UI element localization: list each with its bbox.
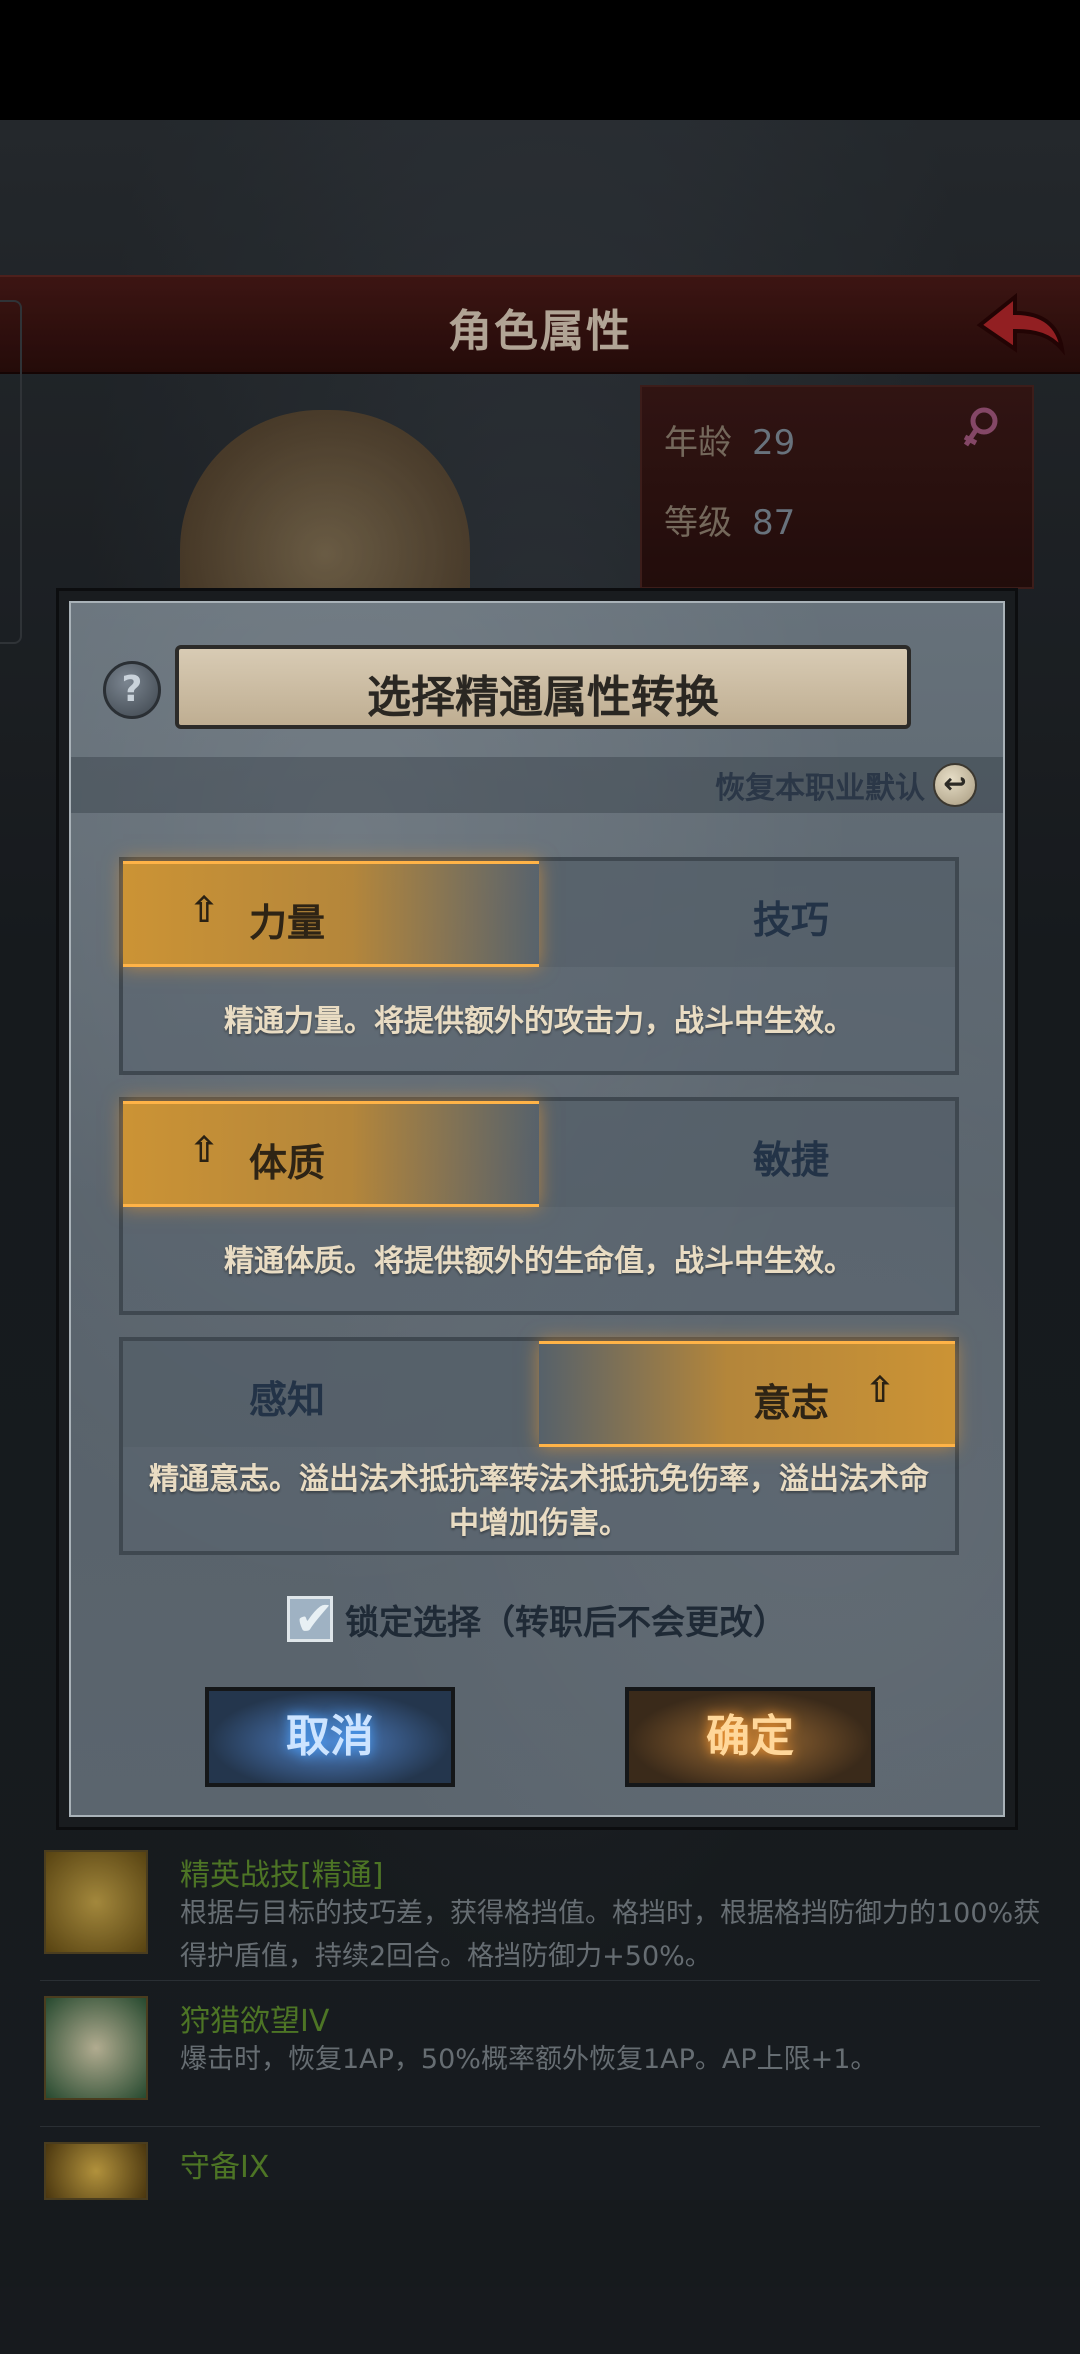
option-agility[interactable]: 敏捷 — [539, 1101, 955, 1207]
up-arrow-icon: ⇧ — [864, 1370, 895, 1411]
lock-label: 锁定选择（转职后不会更改） — [345, 1602, 787, 1643]
attribute-pair-3: 感知 意志 ⇧ 精通意志。溢出法术抵抗率转法术抵抗免伤率，溢出法术命中增加伤害。 — [119, 1337, 959, 1555]
undo-arrow-icon — [933, 763, 977, 807]
attribute-pair-1: ⇧ 力量 技巧 精通力量。将提供额外的攻击力，战斗中生效。 — [119, 857, 959, 1075]
option-label: 体质 — [249, 1141, 326, 1185]
attribute-description: 精通意志。溢出法术抵抗率转法术抵抗免伤率，溢出法术命中增加伤害。 — [149, 1462, 929, 1541]
option-constitution[interactable]: ⇧ 体质 — [123, 1101, 539, 1207]
mastery-dialog: ? 选择精通属性转换 恢复本职业默认 ⇧ 力量 技巧 精通力量。将提供额外的攻击… — [56, 588, 1018, 1830]
option-label: 意志 — [752, 1381, 829, 1425]
option-skill[interactable]: 技巧 — [539, 861, 955, 967]
option-perception[interactable]: 感知 — [123, 1341, 539, 1447]
option-label: 感知 — [249, 1378, 326, 1422]
subhead-band: 恢复本职业默认 — [71, 757, 1003, 813]
up-arrow-icon: ⇧ — [189, 890, 220, 931]
attribute-options: ⇧ 体质 敏捷 — [123, 1101, 955, 1207]
lock-checkbox[interactable] — [287, 1591, 334, 1647]
option-strength[interactable]: ⇧ 力量 — [123, 861, 539, 967]
option-label: 技巧 — [752, 898, 829, 942]
restore-default-label: 恢复本职业默认 — [715, 771, 925, 806]
lock-selection-row: 锁定选择（转职后不会更改） — [71, 1591, 1003, 1647]
up-arrow-icon: ⇧ — [189, 1130, 220, 1171]
restore-default-button[interactable]: 恢复本职业默认 — [715, 757, 977, 813]
option-label: 敏捷 — [752, 1138, 829, 1182]
confirm-button[interactable]: 确定 — [625, 1687, 875, 1787]
attribute-description: 精通力量。将提供额外的攻击力，战斗中生效。 — [224, 1004, 854, 1039]
dialog-title: 选择精通属性转换 — [367, 672, 719, 723]
attribute-options: ⇧ 力量 技巧 — [123, 861, 955, 967]
cancel-button[interactable]: 取消 — [205, 1687, 455, 1787]
option-label: 力量 — [249, 901, 326, 945]
dialog-title-plate: 选择精通属性转换 — [175, 645, 911, 729]
attribute-pair-2: ⇧ 体质 敏捷 精通体质。将提供额外的生命值，战斗中生效。 — [119, 1097, 959, 1315]
option-willpower[interactable]: 意志 ⇧ — [539, 1341, 955, 1447]
attribute-description: 精通体质。将提供额外的生命值，战斗中生效。 — [224, 1244, 854, 1279]
attribute-options: 感知 意志 ⇧ — [123, 1341, 955, 1447]
help-icon[interactable]: ? — [103, 661, 161, 719]
dialog-panel: ? 选择精通属性转换 恢复本职业默认 ⇧ 力量 技巧 精通力量。将提供额外的攻击… — [69, 601, 1005, 1817]
